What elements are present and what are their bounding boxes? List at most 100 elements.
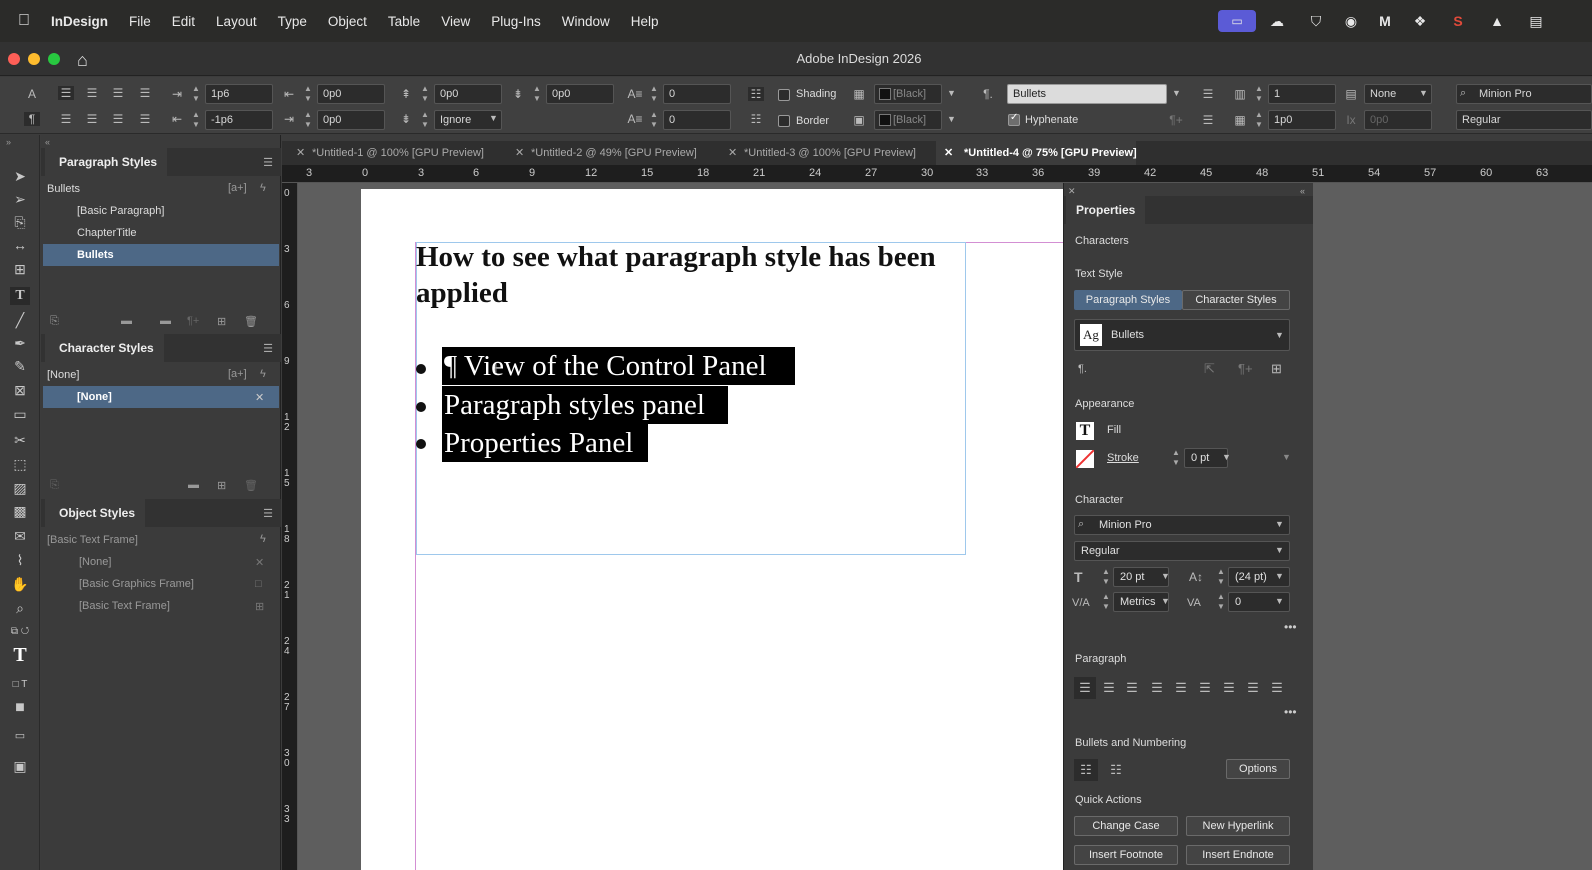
left-indent-field[interactable]: 1p6 [205,84,273,104]
chevron-down-icon[interactable]: ▼ [1222,452,1231,462]
drop-cap-lines-stepper[interactable]: ▲ ▼ [648,84,660,104]
drive-icon[interactable]: ▲ [1487,12,1507,30]
first-line-indent-field[interactable]: -1p6 [205,110,273,130]
align-left-icon[interactable]: ☰ [58,86,74,100]
shield-icon[interactable]: ⛉ [1306,12,1326,30]
radar-icon[interactable]: ◉ [1341,12,1361,30]
menu-object[interactable]: Object [328,14,367,29]
create-style-group-icon[interactable]: [a+] [228,182,247,194]
font-family-select[interactable]: Minion Pro [1074,515,1290,535]
kerning-stepper[interactable]: ▲ ▼ [1100,592,1112,612]
more-options-icon[interactable]: ••• [1284,620,1297,634]
document-tab-active[interactable]: *Untitled-4 @ 75% [GPU Preview] [964,141,1137,165]
change-case-button[interactable]: Change Case [1074,816,1178,836]
drop-cap-chars-stepper[interactable]: ▲ ▼ [648,110,660,130]
load-styles-icon[interactable]: ⎘ [50,479,59,492]
align-away-spine-icon[interactable]: ☰ [137,112,153,126]
new-style-icon[interactable]: ⊞ [1271,361,1282,377]
rectangle-tool-icon[interactable]: ▭ [10,405,30,423]
s-app-icon[interactable]: S [1448,12,1468,30]
eyedropper-tool-icon[interactable]: ⌇ [10,551,30,569]
more-options-icon[interactable]: ••• [1284,705,1297,719]
preview-mode-icon[interactable]: ▣ [10,757,30,775]
panel-menu-icon[interactable]: ☰ [263,156,273,169]
last-line-indent-field[interactable]: 0p0 [317,110,385,130]
properties-tab[interactable]: Properties [1066,196,1146,224]
stroke-weight-stepper[interactable]: ▲ ▼ [1170,448,1182,468]
panel-menu-icon[interactable]: ☰ [263,342,273,355]
align-right-icon[interactable]: ☰ [110,86,126,100]
numbered-list-icon[interactable]: ☷ [748,112,764,126]
default-fill-stroke-icon[interactable]: ⧉ ↺ [10,623,30,641]
load-styles-icon[interactable]: ⇱ [1204,361,1215,377]
menu-indesign[interactable]: InDesign [51,14,108,29]
document-tab[interactable]: *Untitled-1 @ 100% [GPU Preview] [312,141,484,165]
paragraph-style-item[interactable]: [Basic Paragraph] [43,200,279,222]
control-center-icon[interactable]: ▤ [1526,12,1546,30]
chevron-down-icon[interactable]: ▼ [1172,88,1181,98]
character-mode-icon[interactable]: A [24,87,40,101]
align-left-icon[interactable]: ☰ [1074,677,1096,699]
selection-tool-icon[interactable]: ➤ [10,167,30,185]
left-indent-stepper[interactable]: ▲ ▼ [190,84,202,104]
space-before-field[interactable]: 0p0 [434,84,502,104]
chevron-down-icon[interactable]: ▼ [1161,571,1170,581]
object-styles-tab[interactable]: Object Styles [45,499,146,527]
insert-endnote-button[interactable]: Insert Endnote [1186,845,1290,865]
bullets-options-button[interactable]: Options [1226,759,1290,779]
chevron-down-icon[interactable]: ▼ [1161,596,1170,606]
stroke-link[interactable]: Stroke [1107,452,1139,464]
line-tool-icon[interactable]: ╱ [10,311,30,329]
font-family-select[interactable]: Minion Pro [1456,84,1592,104]
collapse-icon[interactable]: » [6,137,11,147]
content-collector-icon[interactable]: ⊞ [10,260,30,278]
character-style-item-selected[interactable]: [None] [43,386,279,408]
chevron-down-icon[interactable]: ▼ [947,114,956,124]
style-select[interactable]: Bullets [1074,319,1290,351]
align-grid-icon[interactable]: ☰ [1200,87,1216,101]
document-heading[interactable]: How to see what paragraph style has been… [416,239,966,311]
first-line-indent-stepper[interactable]: ▲ ▼ [190,110,202,130]
paragraph-styles-tab[interactable]: Paragraph Styles [45,148,168,176]
align-towards-spine-icon[interactable]: ☰ [1244,680,1262,696]
character-styles-tab[interactable]: Character Styles [1182,290,1290,310]
menu-window[interactable]: Window [562,14,610,29]
chevron-down-icon[interactable]: ▼ [1419,88,1428,98]
apple-menu-icon[interactable]:  [18,12,30,30]
gutter-stepper[interactable]: ▲ ▼ [1253,110,1265,130]
paragraph-styles-tab[interactable]: Paragraph Styles [1074,290,1182,310]
collapse-panel-icon[interactable]: « [1300,186,1305,196]
space-after-stepper[interactable]: ▲ ▼ [531,84,543,104]
paragraph-style-select[interactable]: Bullets [1007,84,1167,104]
chevron-down-icon[interactable]: ▼ [1275,519,1284,529]
menu-help[interactable]: Help [631,14,659,29]
justify-center-icon[interactable]: ☰ [84,112,100,126]
shading-settings-icon[interactable]: ▦ [851,87,867,101]
align-towards-spine-icon[interactable]: ☰ [137,86,153,100]
pencil-tool-icon[interactable]: ✎ [10,357,30,375]
create-style-group-icon[interactable]: [a+] [228,368,247,380]
chevron-down-icon[interactable]: ▼ [1275,330,1284,340]
menu-edit[interactable]: Edit [172,14,195,29]
last-line-indent-stepper[interactable]: ▲ ▼ [302,110,314,130]
menu-file[interactable]: File [129,14,151,29]
note-tool-icon[interactable]: ✉ [10,527,30,545]
paragraph-style-item-selected[interactable]: Bullets [43,244,279,266]
lightning-icon[interactable]: ϟ [260,533,266,545]
gradient-swatch-tool-icon[interactable]: ▨ [10,479,30,497]
trash-icon[interactable]: 🗑 [244,479,258,492]
folder-icon[interactable]: ▬ [188,479,199,491]
trash-icon[interactable]: 🗑 [244,315,258,328]
columns-stepper[interactable]: ▲ ▼ [1253,84,1265,104]
pasteboard-right[interactable] [1313,183,1592,870]
close-tab-icon[interactable]: ✕ [944,141,953,165]
gutter-field[interactable]: 1p0 [1268,110,1336,130]
direct-selection-tool-icon[interactable]: ➢ [10,190,30,208]
bullet-text-selected[interactable]: Paragraph styles panel [442,386,728,424]
justify-center-icon[interactable]: ☰ [1172,680,1190,696]
dropbox-icon[interactable]: ❖ [1410,12,1430,30]
load-styles-icon[interactable]: ⎘ [50,315,59,328]
chevron-down-icon[interactable]: ▼ [1275,596,1284,606]
screen-share-icon[interactable]: ▭ [1218,10,1256,32]
lightning-icon[interactable]: ϟ [260,182,266,194]
